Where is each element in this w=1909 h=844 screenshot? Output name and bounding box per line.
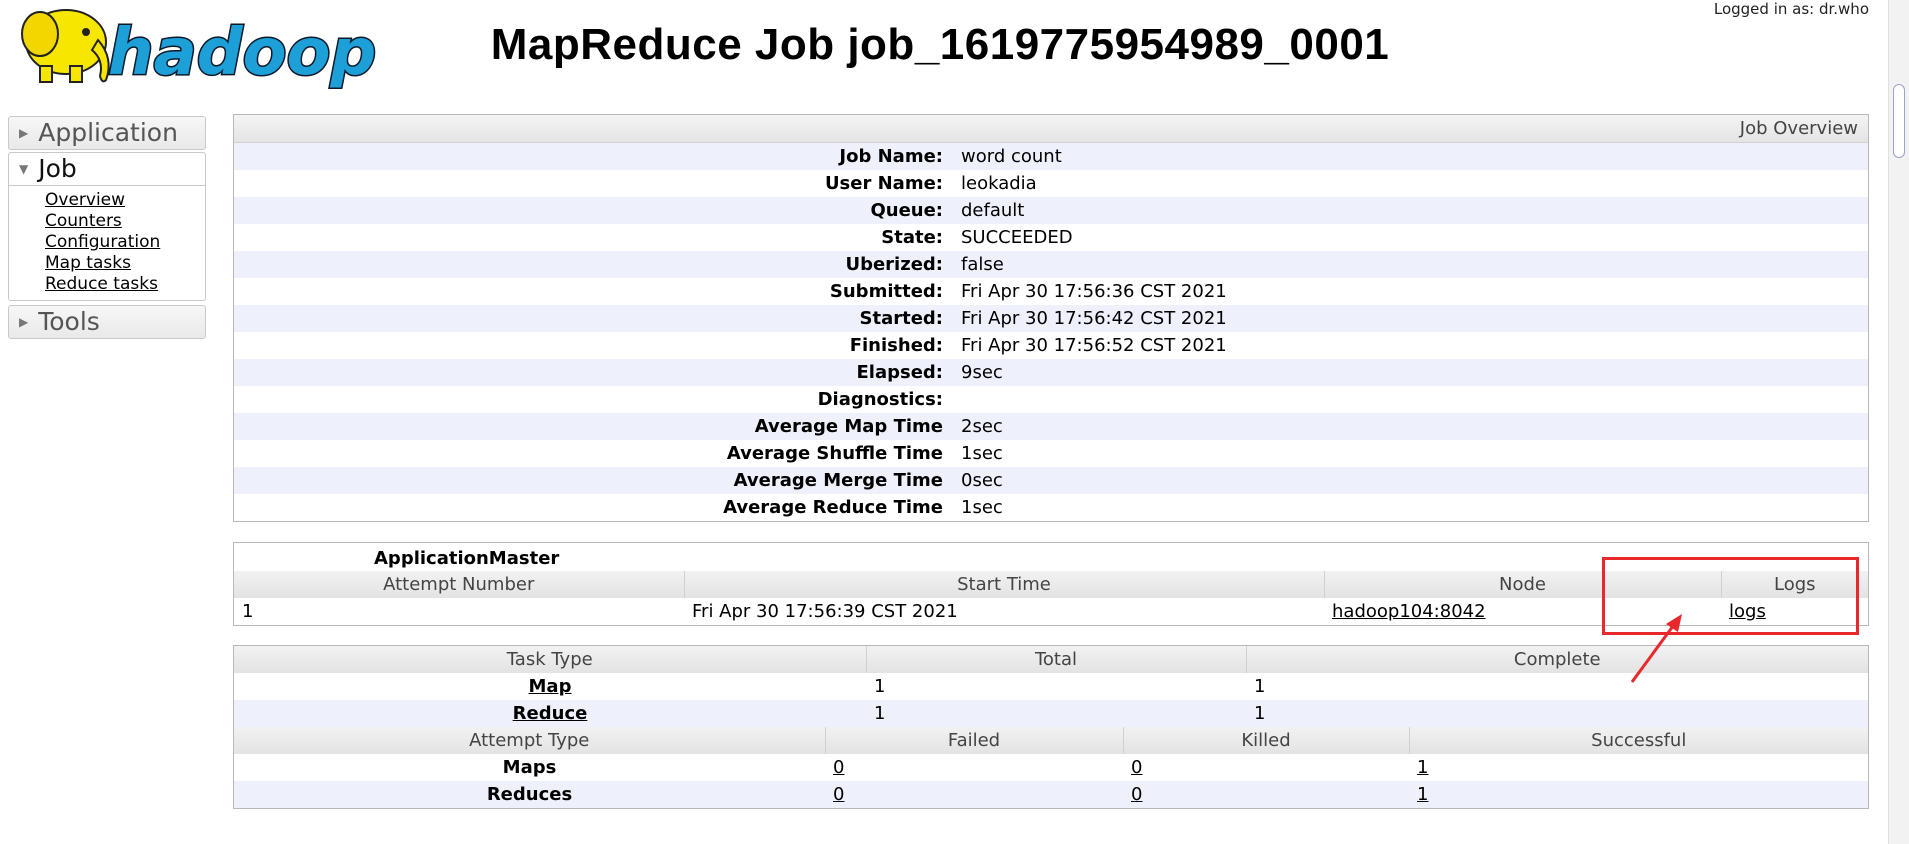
overview-value: Fri Apr 30 17:56:36 CST 2021	[961, 281, 1227, 302]
overview-row: Elapsed: 9sec	[234, 359, 1868, 386]
overview-row: User Name: leokadia	[234, 170, 1868, 197]
overview-row: Average Merge Time 0sec	[234, 467, 1868, 494]
triangle-right-icon: ▶	[19, 126, 29, 140]
overview-value: 1sec	[961, 497, 1003, 518]
nav-link-configuration[interactable]: Configuration	[45, 232, 205, 253]
column-header: Successful	[1408, 727, 1868, 754]
column-header: Killed	[1122, 727, 1409, 754]
page-scrollbar[interactable]	[1888, 0, 1909, 844]
overview-row: Diagnostics:	[234, 386, 1868, 413]
overview-row: Job Name: word count	[234, 143, 1868, 170]
start-time: Fri Apr 30 17:56:39 CST 2021	[692, 601, 958, 622]
overview-row: Average Map Time 2sec	[234, 413, 1868, 440]
column-header: Task Type	[234, 646, 866, 673]
nav-section-label: Tools	[38, 307, 100, 336]
job-overview-panel: Job Overview Job Name: word count User Nam…	[233, 114, 1869, 522]
failed-count-link[interactable]: 0	[833, 757, 844, 778]
nav-link-map-tasks[interactable]: Map tasks	[45, 253, 205, 274]
column-header: Failed	[824, 727, 1123, 754]
task-total: 1	[874, 703, 886, 724]
overview-label: Job Name:	[839, 146, 943, 167]
attempt-type: Maps	[502, 757, 557, 778]
overview-row: State: SUCCEEDED	[234, 224, 1868, 251]
nav-link-overview[interactable]: Overview	[45, 190, 205, 211]
overview-label: Finished:	[849, 335, 943, 356]
overview-row: Submitted: Fri Apr 30 17:56:36 CST 2021	[234, 278, 1868, 305]
overview-label: Average Map Time	[754, 416, 943, 437]
killed-count-link[interactable]: 0	[1131, 757, 1142, 778]
nav-section-label: Application	[38, 118, 178, 147]
overview-label: Diagnostics:	[817, 389, 943, 410]
node-link[interactable]: hadoop104:8042	[1332, 601, 1486, 622]
column-header: Attempt Type	[234, 727, 825, 754]
overview-value: 0sec	[961, 470, 1003, 491]
triangle-right-icon: ▶	[19, 315, 29, 329]
nav-section-tools[interactable]: ▶ Tools	[8, 305, 206, 339]
failed-count-link[interactable]: 0	[833, 784, 844, 805]
logged-in-user: Logged in as: dr.who	[1713, 0, 1869, 18]
overview-row: Queue: default	[234, 197, 1868, 224]
task-complete: 1	[1254, 676, 1266, 697]
nav-section-label: Job	[38, 154, 77, 183]
triangle-down-icon: ▼	[19, 162, 29, 176]
attempt-summary-table: Attempt Type Failed Killed Successful Ma…	[234, 727, 1868, 808]
overview-row: Average Shuffle Time 1sec	[234, 440, 1868, 467]
column-header: Attempt Number	[234, 571, 684, 598]
job-links: Overview Counters Configuration Map task…	[8, 186, 206, 301]
scrollbar-thumb[interactable]	[1893, 84, 1905, 158]
attempt-number: 1	[242, 601, 254, 622]
overview-row: Finished: Fri Apr 30 17:56:52 CST 2021	[234, 332, 1868, 359]
overview-value: Fri Apr 30 17:56:42 CST 2021	[961, 308, 1227, 329]
page-title: MapReduce Job job_1619775954989_0001	[490, 20, 1390, 69]
overview-label: Average Reduce Time	[723, 497, 943, 518]
overview-label: State:	[881, 227, 943, 248]
overview-value: false	[961, 254, 1004, 275]
sidebar-nav: ▶ Application ▼ Job Overview Counters Conf…	[8, 116, 206, 341]
overview-row: Average Reduce Time 1sec	[234, 494, 1868, 521]
overview-label: Submitted:	[829, 281, 943, 302]
job-overview-caption: Job Overview	[234, 115, 1868, 143]
overview-value: 2sec	[961, 416, 1003, 437]
column-header: Total	[865, 646, 1246, 673]
killed-count-link[interactable]: 0	[1131, 784, 1142, 805]
successful-count-link[interactable]: 1	[1417, 784, 1428, 805]
nav-link-reduce-tasks[interactable]: Reduce tasks	[45, 274, 205, 295]
job-overview-rows: Job Name: word count User Name: leokadia Que…	[234, 143, 1868, 521]
task-total: 1	[874, 676, 886, 697]
overview-label: User Name:	[824, 173, 943, 194]
overview-value: 1sec	[961, 443, 1003, 464]
overview-value: 9sec	[961, 362, 1003, 383]
task-type-reduce-link[interactable]: Reduce	[513, 703, 588, 724]
table-row: Reduces 0 0 1	[234, 781, 1868, 808]
logo-wordmark: hadoop	[108, 16, 376, 90]
hadoop-elephant-icon: hadoop	[21, 9, 378, 92]
overview-label: Elapsed:	[856, 362, 943, 383]
overview-label: Uberized:	[845, 254, 943, 275]
overview-value: SUCCEEDED	[961, 227, 1073, 248]
task-type-map-link[interactable]: Map	[529, 676, 572, 697]
overview-value: leokadia	[961, 173, 1037, 194]
overview-label: Queue:	[870, 200, 943, 221]
successful-count-link[interactable]: 1	[1417, 757, 1428, 778]
nav-section-job[interactable]: ▼ Job	[8, 152, 206, 186]
nav-link-counters[interactable]: Counters	[45, 211, 205, 232]
overview-value: default	[961, 200, 1025, 221]
overview-label: Average Merge Time	[733, 470, 943, 491]
attempt-type: Reduces	[486, 784, 573, 805]
annotation-arrow-icon	[1630, 614, 1682, 683]
nav-section-application[interactable]: ▶ Application	[8, 116, 206, 150]
overview-value: Fri Apr 30 17:56:52 CST 2021	[961, 335, 1227, 356]
table-row: Maps 0 0 1	[234, 754, 1868, 781]
overview-value: word count	[961, 146, 1062, 167]
overview-row: Started: Fri Apr 30 17:56:42 CST 2021	[234, 305, 1868, 332]
overview-row: Uberized: false	[234, 251, 1868, 278]
overview-label: Started:	[859, 308, 944, 329]
column-header: Start Time	[683, 571, 1324, 598]
hadoop-logo: hadoop	[10, 0, 390, 92]
task-complete: 1	[1254, 703, 1266, 724]
table-row: Reduce 1 1	[234, 700, 1868, 727]
column-header: Complete	[1245, 646, 1868, 673]
overview-label: Average Shuffle Time	[726, 443, 943, 464]
overview-value	[957, 386, 1868, 413]
